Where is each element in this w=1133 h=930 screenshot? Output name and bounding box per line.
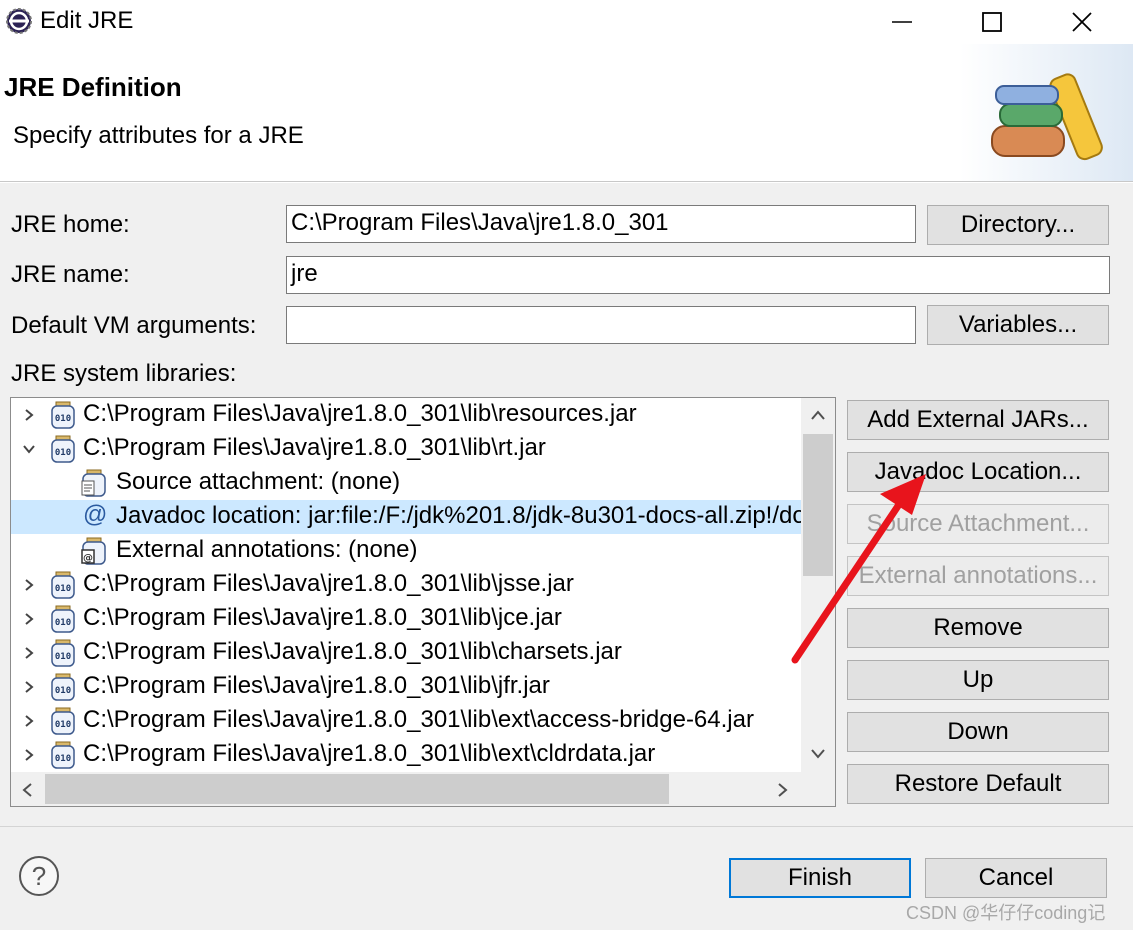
tree-row-label: C:\Program Files\Java\jre1.8.0_301\lib\e… xyxy=(83,740,656,767)
tree-row-charsets-jar[interactable]: 010 C:\Program Files\Java\jre1.8.0_301\l… xyxy=(11,636,801,670)
vm-args-input[interactable] xyxy=(286,306,916,344)
source-attachment-button[interactable]: Source Attachment... xyxy=(847,504,1109,544)
chevron-right-icon[interactable] xyxy=(19,704,39,738)
svg-text:@: @ xyxy=(83,553,93,564)
minimize-button[interactable] xyxy=(856,0,948,44)
source-attachment-icon xyxy=(81,469,106,497)
chevron-right-icon[interactable] xyxy=(19,670,39,704)
svg-text:010: 010 xyxy=(55,686,71,696)
tree-row-label: C:\Program Files\Java\jre1.8.0_301\lib\j… xyxy=(83,672,550,699)
jre-home-input[interactable]: C:\Program Files\Java\jre1.8.0_301 xyxy=(286,205,916,243)
tree-row-cldrdata-jar[interactable]: 010 C:\Program Files\Java\jre1.8.0_301\l… xyxy=(11,738,801,772)
horizontal-scroll-thumb[interactable] xyxy=(45,774,669,804)
library-tree[interactable]: 010 C:\Program Files\Java\jre1.8.0_301\l… xyxy=(10,397,836,807)
variables-button[interactable]: Variables... xyxy=(927,305,1109,345)
tree-row-external-annotations[interactable]: @ External annotations: (none) xyxy=(11,534,801,568)
window-title: Edit JRE xyxy=(40,7,134,34)
jre-definition-form: JRE home: C:\Program Files\Java\jre1.8.0… xyxy=(0,183,1133,826)
dialog-footer: ? Finish Cancel CSDN @华仔仔coding记 xyxy=(0,826,1133,930)
jar-icon: 010 xyxy=(51,401,75,429)
maximize-icon xyxy=(982,12,1002,32)
close-icon xyxy=(1072,12,1092,32)
finish-button[interactable]: Finish xyxy=(729,858,911,898)
down-button[interactable]: Down xyxy=(847,712,1109,752)
vertical-scroll-thumb[interactable] xyxy=(803,434,833,576)
svg-text:010: 010 xyxy=(55,448,71,458)
chevron-down-icon[interactable] xyxy=(19,432,39,466)
close-button[interactable] xyxy=(1036,0,1128,44)
tree-row-label: Javadoc location: jar:file:/F:/jdk%201.8… xyxy=(116,502,801,529)
jre-name-input[interactable]: jre xyxy=(286,256,1110,294)
svg-text:010: 010 xyxy=(55,584,71,594)
chevron-right-icon[interactable] xyxy=(19,636,39,670)
tree-row-rt-jar[interactable]: 010 C:\Program Files\Java\jre1.8.0_301\l… xyxy=(11,432,801,466)
external-annotations-icon: @ xyxy=(81,537,106,565)
jar-icon: 010 xyxy=(51,435,75,463)
svg-text:?: ? xyxy=(32,861,46,891)
cancel-button[interactable]: Cancel xyxy=(925,858,1107,898)
scroll-down-icon[interactable] xyxy=(810,748,826,760)
tree-row-resources-jar[interactable]: 010 C:\Program Files\Java\jre1.8.0_301\l… xyxy=(11,398,801,432)
jar-icon: 010 xyxy=(51,673,75,701)
help-icon[interactable]: ? xyxy=(18,855,60,897)
vm-args-label: Default VM arguments: xyxy=(11,312,257,339)
page-description: Specify attributes for a JRE xyxy=(13,122,304,149)
jre-name-label: JRE name: xyxy=(11,261,130,288)
jar-icon: 010 xyxy=(51,741,75,769)
minimize-icon xyxy=(892,21,912,23)
svg-text:010: 010 xyxy=(55,720,71,730)
title-bar: Edit JRE xyxy=(0,0,1133,44)
library-books-icon xyxy=(960,44,1133,181)
scroll-up-icon[interactable] xyxy=(810,409,826,421)
tree-row-jsse-jar[interactable]: 010 C:\Program Files\Java\jre1.8.0_301\l… xyxy=(11,568,801,602)
tree-row-label: C:\Program Files\Java\jre1.8.0_301\lib\r… xyxy=(83,400,637,427)
watermark: CSDN @华仔仔coding记 xyxy=(906,903,1106,923)
tree-row-label: C:\Program Files\Java\jre1.8.0_301\lib\e… xyxy=(83,706,754,733)
tree-row-javadoc-location[interactable]: @ Javadoc location: jar:file:/F:/jdk%201… xyxy=(11,500,801,534)
svg-text:010: 010 xyxy=(55,754,71,764)
remove-button[interactable]: Remove xyxy=(847,608,1109,648)
svg-text:010: 010 xyxy=(55,414,71,424)
jar-icon: 010 xyxy=(51,707,75,735)
tree-row-label: External annotations: (none) xyxy=(116,536,418,563)
page-title: JRE Definition xyxy=(4,72,182,102)
tree-row-label: C:\Program Files\Java\jre1.8.0_301\lib\c… xyxy=(83,638,622,665)
tree-row-jce-jar[interactable]: 010 C:\Program Files\Java\jre1.8.0_301\l… xyxy=(11,602,801,636)
restore-default-button[interactable]: Restore Default xyxy=(847,764,1109,804)
external-annotations-button[interactable]: External annotations... xyxy=(847,556,1109,596)
chevron-right-icon[interactable] xyxy=(19,568,39,602)
up-button[interactable]: Up xyxy=(847,660,1109,700)
jar-icon: 010 xyxy=(51,571,75,599)
libraries-label: JRE system libraries: xyxy=(11,360,237,387)
jar-icon: 010 xyxy=(51,639,75,667)
tree-row-source-attachment[interactable]: Source attachment: (none) xyxy=(11,466,801,500)
chevron-right-icon[interactable] xyxy=(19,602,39,636)
tree-row-label: C:\Program Files\Java\jre1.8.0_301\lib\r… xyxy=(83,434,546,461)
javadoc-at-icon: @ xyxy=(83,501,108,528)
maximize-button[interactable] xyxy=(946,0,1038,44)
wizard-banner: JRE Definition Specify attributes for a … xyxy=(0,44,1133,182)
add-external-jars-button[interactable]: Add External JARs... xyxy=(847,400,1109,440)
svg-text:010: 010 xyxy=(55,652,71,662)
jar-icon: 010 xyxy=(51,605,75,633)
jre-home-label: JRE home: xyxy=(11,211,130,238)
tree-row-access-bridge-jar[interactable]: 010 C:\Program Files\Java\jre1.8.0_301\l… xyxy=(11,704,801,738)
horizontal-scrollbar[interactable] xyxy=(11,772,835,806)
chevron-right-icon[interactable] xyxy=(19,738,39,772)
scroll-right-icon[interactable] xyxy=(777,782,789,798)
eclipse-icon xyxy=(6,8,32,34)
svg-text:010: 010 xyxy=(55,618,71,628)
directory-button[interactable]: Directory... xyxy=(927,205,1109,245)
tree-row-label: C:\Program Files\Java\jre1.8.0_301\lib\j… xyxy=(83,604,562,631)
tree-row-label: Source attachment: (none) xyxy=(116,468,401,495)
javadoc-location-button[interactable]: Javadoc Location... xyxy=(847,452,1109,492)
chevron-right-icon[interactable] xyxy=(19,398,39,432)
tree-row-label: C:\Program Files\Java\jre1.8.0_301\lib\j… xyxy=(83,570,574,597)
tree-row-jfr-jar[interactable]: 010 C:\Program Files\Java\jre1.8.0_301\l… xyxy=(11,670,801,704)
vertical-scrollbar[interactable] xyxy=(801,398,835,772)
scroll-left-icon[interactable] xyxy=(21,782,33,798)
